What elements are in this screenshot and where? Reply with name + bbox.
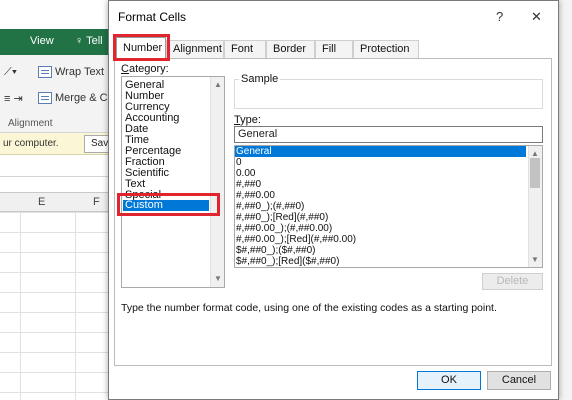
tab-border[interactable]: Border xyxy=(266,40,315,58)
custom-category-highlight xyxy=(117,193,220,216)
tab-fill[interactable]: Fill xyxy=(315,40,353,58)
type-item[interactable]: $#,##0_);($#,##0) xyxy=(236,245,316,256)
type-item[interactable]: #,##0.00 xyxy=(236,190,275,201)
ok-button[interactable]: OK xyxy=(417,371,481,390)
orientation-icon: ⟋▾ xyxy=(4,66,18,78)
cancel-button[interactable]: Cancel xyxy=(487,371,551,390)
excel-right-edge xyxy=(557,0,572,400)
indent-icon: ≡ ⇥ xyxy=(4,93,23,105)
scroll-up-icon[interactable]: ▲ xyxy=(214,80,222,89)
type-item[interactable]: 0 xyxy=(236,157,242,168)
sample-box xyxy=(234,79,543,109)
lightbulb-icon: ♀ xyxy=(75,35,84,47)
column-header-e[interactable]: E xyxy=(38,196,45,208)
message-bar-text: ur computer. xyxy=(3,138,59,149)
tell-me-search[interactable]: ♀ Tell xyxy=(75,35,103,47)
tab-view[interactable]: View xyxy=(30,35,54,47)
tab-font[interactable]: Font xyxy=(224,40,266,58)
type-item[interactable]: 0.00 xyxy=(236,168,255,179)
number-tab-highlight xyxy=(113,34,170,61)
delete-button[interactable]: Delete xyxy=(482,273,543,290)
scroll-down-icon[interactable]: ▼ xyxy=(531,255,539,264)
orientation-button[interactable]: ⟋▾ xyxy=(4,66,17,79)
dialog-title: Format Cells xyxy=(118,10,187,24)
column-header-f[interactable]: F xyxy=(93,196,100,208)
category-label: Category: xyxy=(121,63,169,75)
type-item[interactable]: #,##0.00_);(#,##0.00) xyxy=(236,223,332,234)
sample-label: Sample xyxy=(239,73,281,85)
close-icon[interactable]: ✕ xyxy=(531,9,542,25)
type-item[interactable]: #,##0_);[Red](#,##0) xyxy=(236,212,328,223)
help-icon[interactable]: ? xyxy=(496,9,503,24)
indent-buttons[interactable]: ≡ ⇥ xyxy=(4,92,23,105)
wrap-text-button[interactable]: Wrap Text xyxy=(38,66,104,78)
scroll-up-icon[interactable]: ▲ xyxy=(531,149,539,158)
ribbon-group-label: Alignment xyxy=(8,118,53,129)
type-input[interactable]: General xyxy=(234,126,543,143)
type-item[interactable]: General xyxy=(235,146,526,157)
wrap-text-icon xyxy=(38,66,52,78)
merge-center-button[interactable]: Merge & Ce xyxy=(38,92,114,104)
tab-protection[interactable]: Protection xyxy=(353,40,419,58)
type-item[interactable]: #,##0 xyxy=(236,179,261,190)
type-item[interactable]: #,##0.00_);[Red](#,##0.00) xyxy=(236,234,356,245)
type-scrollbar-thumb[interactable] xyxy=(530,158,540,188)
type-item[interactable]: $#,##0_);[Red]($#,##0) xyxy=(236,256,339,267)
type-label: Type: xyxy=(234,114,261,126)
format-hint-text: Type the number format code, using one o… xyxy=(121,302,497,314)
category-scrollbar[interactable] xyxy=(210,77,224,287)
merge-center-icon xyxy=(38,92,52,104)
scroll-down-icon[interactable]: ▼ xyxy=(214,274,222,283)
type-item[interactable]: #,##0_);(#,##0) xyxy=(236,201,304,212)
tab-alignment[interactable]: Alignment xyxy=(166,40,224,58)
